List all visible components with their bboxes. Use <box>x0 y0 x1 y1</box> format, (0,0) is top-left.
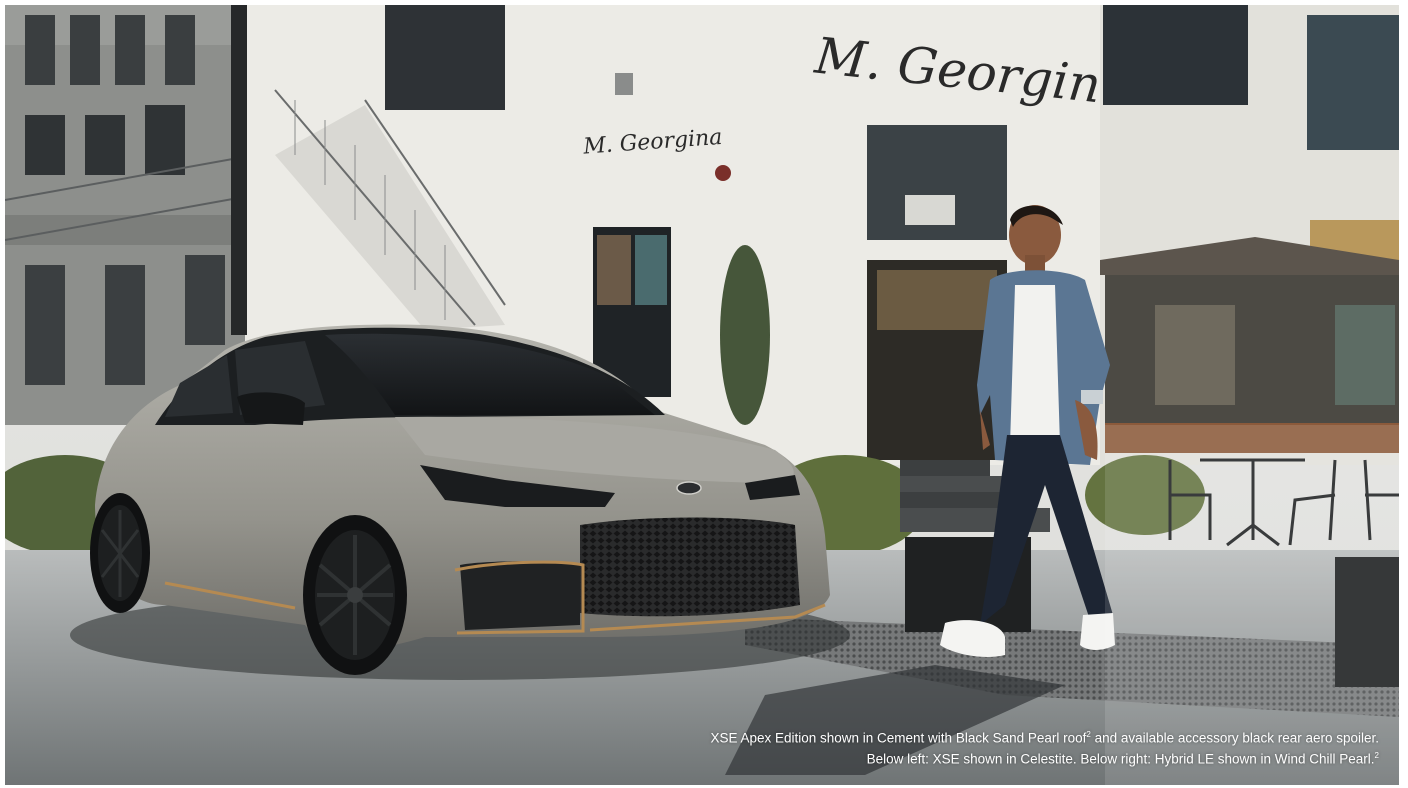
caption-footnote-marker-2: 2 <box>1374 750 1379 760</box>
caption-line-1-tail: and available accessory black rear aero … <box>1090 730 1379 746</box>
rear-wheel <box>90 493 150 613</box>
right-building <box>1100 5 1399 465</box>
caption-line-1-text: XSE Apex Edition shown in Cement with Bl… <box>710 730 1087 746</box>
photo-caption: XSE Apex Edition shown in Cement with Bl… <box>710 726 1379 767</box>
hero-scene: M. Georgina M. Georgina <box>5 5 1399 785</box>
lamp-post <box>231 5 247 335</box>
caption-line-2-text: Below left: XSE shown in Celestite. Belo… <box>866 751 1375 766</box>
caption-line-1: XSE Apex Edition shown in Cement with Bl… <box>710 726 1379 747</box>
caption-line-2: Below left: XSE shown in Celestite. Belo… <box>710 747 1379 768</box>
front-wheel <box>303 515 407 675</box>
hero-image: M. Georgina M. Georgina XSE Apex Edition… <box>5 5 1399 785</box>
